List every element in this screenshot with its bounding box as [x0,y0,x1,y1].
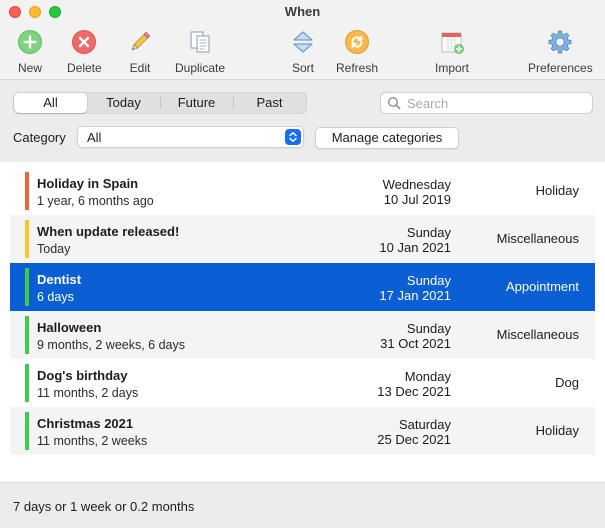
category-color-bar [25,268,29,306]
event-relative-time: 11 months, 2 days [37,386,139,400]
event-row[interactable]: Dog's birthday 11 months, 2 days Monday … [10,359,595,407]
gear-icon [546,28,574,56]
segment-today[interactable]: Today [87,93,160,113]
category-color-bar [25,172,29,210]
search-field[interactable] [380,92,593,114]
event-name: Holiday in Spain [37,176,139,191]
event-category: Miscellaneous [496,327,579,342]
category-color-bar [25,316,29,354]
event-category: Holiday [535,183,579,198]
event-category: Miscellaneous [496,231,579,246]
event-weekday: Sunday [406,225,451,240]
x-circle-icon [70,28,98,56]
preferences-label: Preferences [528,61,593,75]
manage-categories-button[interactable]: Manage categories [315,127,459,149]
category-color-bar [25,220,29,258]
segment-all[interactable]: All [14,93,87,113]
duplicate-button[interactable]: Duplicate [175,28,225,75]
category-color-bar [25,412,29,450]
magnifier-icon [387,96,401,110]
event-weekday: Monday [404,369,451,384]
date-filter-segmented-control: All Today Future Past [13,92,307,114]
search-input[interactable] [407,95,577,111]
event-name: Dog's birthday [37,368,128,383]
refresh-icon [343,28,371,56]
segment-past[interactable]: Past [233,93,306,113]
event-category: Dog [555,375,579,390]
events-list: Holiday in Spain 1 year, 6 months ago We… [10,167,595,455]
preferences-button[interactable]: Preferences [528,28,593,75]
refresh-button[interactable]: Refresh [336,28,378,75]
category-select-value: All [87,130,102,145]
chevron-up-down-icon [285,129,301,145]
calendar-import-icon [438,28,466,56]
event-weekday: Sunday [406,321,451,336]
filter-bar: All Today Future Past Category All Manag… [0,80,605,162]
event-date: 13 Dec 2021 [377,384,451,399]
event-date: 10 Jan 2021 [379,240,451,255]
event-weekday: Wednesday [382,177,451,192]
delete-button[interactable]: Delete [67,28,102,75]
plus-circle-icon [16,28,44,56]
new-button[interactable]: New [16,28,44,75]
event-relative-time: Today [37,242,71,256]
delete-label: Delete [67,61,102,75]
event-category: Holiday [535,423,579,438]
segment-future[interactable]: Future [160,93,233,113]
event-category: Appointment [506,279,579,294]
event-relative-time: 11 months, 2 weeks [37,434,148,448]
sort-label: Sort [291,61,314,75]
event-relative-time: 9 months, 2 weeks, 6 days [37,338,185,352]
event-row-selected[interactable]: Dentist 6 days Sunday 17 Jan 2021 Appoin… [10,263,595,311]
category-color-bar [25,364,29,402]
event-row[interactable]: When update released! Today Sunday 10 Ja… [10,215,595,263]
event-name: Halloween [37,320,102,335]
event-date: 10 Jul 2019 [383,192,451,207]
event-name: Christmas 2021 [37,416,134,431]
event-date: 25 Dec 2021 [377,432,451,447]
category-label: Category [13,130,66,145]
event-relative-time: 1 year, 6 months ago [37,194,154,208]
event-date: 31 Oct 2021 [380,336,451,351]
event-name: Dentist [37,272,82,287]
event-name: When update released! [37,224,180,239]
status-bar: 7 days or 1 week or 0.2 months [0,482,605,528]
duplicate-label: Duplicate [175,61,226,75]
titlebar-toolbar: When New Delete Edit Duplicate Sort Refr… [0,0,605,80]
up-down-chevrons-icon [289,28,317,56]
edit-button[interactable]: Edit [126,28,154,75]
refresh-label: Refresh [336,61,379,75]
edit-label: Edit [129,61,151,75]
window-title: When [284,4,321,19]
event-relative-time: 6 days [37,290,74,304]
event-row[interactable]: Holiday in Spain 1 year, 6 months ago We… [10,167,595,215]
sort-button[interactable]: Sort [289,28,317,75]
category-select[interactable]: All [77,126,304,148]
new-label: New [17,61,42,75]
pencil-icon [126,28,154,56]
event-date: 17 Jan 2021 [379,288,451,303]
event-weekday: Saturday [398,417,451,432]
import-label: Import [435,61,470,75]
duplicate-pages-icon [186,28,214,56]
event-row[interactable]: Halloween 9 months, 2 weeks, 6 days Sund… [10,311,595,359]
app-window: When New Delete Edit Duplicate Sort Refr… [0,0,605,528]
import-button[interactable]: Import [435,28,469,75]
event-weekday: Sunday [406,273,451,288]
event-row[interactable]: Christmas 2021 11 months, 2 weeks Saturd… [10,407,595,455]
status-text: 7 days or 1 week or 0.2 months [13,499,195,514]
